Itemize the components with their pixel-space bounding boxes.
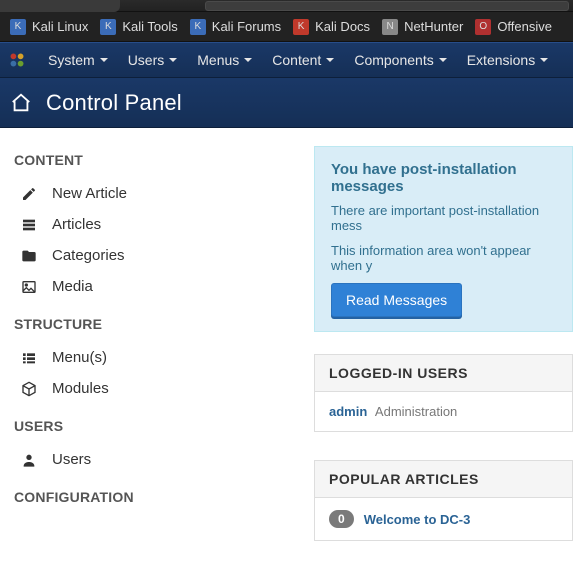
bookmark-label: Kali Forums <box>212 19 281 34</box>
logged-user-area: Administration <box>375 404 457 419</box>
sidebar-item-modules[interactable]: Modules <box>14 373 314 404</box>
list-icon <box>20 350 38 366</box>
menu-label: Extensions <box>467 52 535 68</box>
sidebar-item-label: Menu(s) <box>52 349 107 366</box>
dragon-icon: K <box>100 19 116 35</box>
menu-system[interactable]: System <box>38 42 118 78</box>
admin-top-menu: System Users Menus Content Components Ex… <box>0 42 573 78</box>
article-link[interactable]: Welcome to DC-3 <box>364 512 471 527</box>
menu-components[interactable]: Components <box>344 42 456 78</box>
caret-down-icon <box>100 58 108 62</box>
read-messages-button[interactable]: Read Messages <box>331 283 462 317</box>
bookmark-label: Kali Linux <box>32 19 88 34</box>
post-install-alert: You have post-installation messages Ther… <box>314 146 573 332</box>
menu-content[interactable]: Content <box>262 42 344 78</box>
dragon-icon: K <box>190 19 206 35</box>
pencil-icon <box>20 186 38 202</box>
main-content: CONTENT New Article Articles Categories <box>0 128 573 569</box>
sidebar-item-articles[interactable]: Articles <box>14 209 314 240</box>
sidebar-heading-configuration: CONFIGURATION <box>14 489 314 505</box>
bookmark-label: Offensive <box>497 19 552 34</box>
sidebar-item-users[interactable]: Users <box>14 444 314 475</box>
sidebar-item-label: New Article <box>52 185 127 202</box>
caret-down-icon <box>326 58 334 62</box>
offsec-icon: O <box>475 19 491 35</box>
bookmark-kali-forums[interactable]: K Kali Forums <box>184 19 287 35</box>
sidebar-item-label: Users <box>52 451 91 468</box>
sidebar-item-menus[interactable]: Menu(s) <box>14 342 314 373</box>
bookmark-bar: K Kali Linux K Kali Tools K Kali Forums … <box>0 12 573 42</box>
sidebar-item-label: Modules <box>52 380 109 397</box>
dragon-icon: K <box>10 19 26 35</box>
sidebar-item-label: Media <box>52 278 93 295</box>
sidebar-item-media[interactable]: Media <box>14 271 314 302</box>
sidebar-item-label: Categories <box>52 247 125 264</box>
menu-label: Users <box>128 52 165 68</box>
menu-label: System <box>48 52 95 68</box>
menu-label: Menus <box>197 52 239 68</box>
bookmark-kali-linux[interactable]: K Kali Linux <box>4 19 94 35</box>
bookmark-label: Kali Tools <box>122 19 177 34</box>
bookmark-nethunter[interactable]: N NetHunter <box>376 19 469 35</box>
bookmark-offensive[interactable]: O Offensive <box>469 19 558 35</box>
stack-icon <box>20 217 38 233</box>
sidebar-list-users: Users <box>14 444 314 475</box>
hits-badge: 0 <box>329 510 354 528</box>
panel-body: 0 Welcome to DC-3 <box>315 498 572 540</box>
menu-label: Content <box>272 52 321 68</box>
browser-tab-bar <box>0 0 573 12</box>
panel-heading: POPULAR ARTICLES <box>315 461 572 498</box>
sidebar-item-new-article[interactable]: New Article <box>14 178 314 209</box>
panel-body: admin Administration <box>315 392 572 431</box>
page-title: Control Panel <box>46 90 182 116</box>
home-icon <box>10 92 32 114</box>
alert-text-2: This information area won't appear when … <box>331 243 556 273</box>
logged-in-users-panel: LOGGED-IN USERS admin Administration <box>314 354 573 432</box>
logged-user-link[interactable]: admin <box>329 404 367 419</box>
sidebar-heading-structure: STRUCTURE <box>14 316 314 332</box>
popular-articles-panel: POPULAR ARTICLES 0 Welcome to DC-3 <box>314 460 573 541</box>
cube-icon <box>20 381 38 397</box>
main-panels: You have post-installation messages Ther… <box>314 146 573 569</box>
alert-title: You have post-installation messages <box>331 161 556 195</box>
bookmark-label: Kali Docs <box>315 19 370 34</box>
bookmark-kali-tools[interactable]: K Kali Tools <box>94 19 183 35</box>
bookmark-label: NetHunter <box>404 19 463 34</box>
sidebar-list-structure: Menu(s) Modules <box>14 342 314 404</box>
user-icon <box>20 452 38 468</box>
sidebar-heading-users: USERS <box>14 418 314 434</box>
dragon-icon: K <box>293 19 309 35</box>
caret-down-icon <box>439 58 447 62</box>
joomla-logo-icon[interactable] <box>8 51 26 69</box>
nethunter-icon: N <box>382 19 398 35</box>
caret-down-icon <box>169 58 177 62</box>
sidebar-item-categories[interactable]: Categories <box>14 240 314 271</box>
menu-label: Components <box>354 52 433 68</box>
menu-users[interactable]: Users <box>118 42 188 78</box>
sidebar-list-content: New Article Articles Categories Media <box>14 178 314 302</box>
caret-down-icon <box>540 58 548 62</box>
alert-text-1: There are important post-installation me… <box>331 203 556 233</box>
url-bar[interactable] <box>205 1 569 11</box>
browser-tab[interactable] <box>0 0 120 12</box>
sidebar: CONTENT New Article Articles Categories <box>14 146 314 569</box>
sidebar-heading-content: CONTENT <box>14 152 314 168</box>
folder-icon <box>20 248 38 264</box>
caret-down-icon <box>244 58 252 62</box>
menu-extensions[interactable]: Extensions <box>457 42 558 78</box>
page-titlebar: Control Panel <box>0 78 573 128</box>
sidebar-item-label: Articles <box>52 216 101 233</box>
panel-heading: LOGGED-IN USERS <box>315 355 572 392</box>
image-icon <box>20 279 38 295</box>
bookmark-kali-docs[interactable]: K Kali Docs <box>287 19 376 35</box>
menu-menus[interactable]: Menus <box>187 42 262 78</box>
